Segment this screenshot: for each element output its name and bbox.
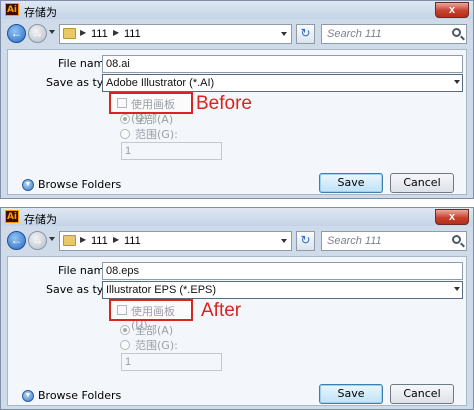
back-arrow-icon[interactable]: ←: [7, 24, 26, 43]
range-input[interactable]: 1: [121, 353, 222, 371]
save-as-dialog-before: Ai 存储为 x ← → ▶ 111 ▶ 111 ↻ Search 111 Fi…: [0, 0, 474, 199]
search-input[interactable]: Search 111: [321, 231, 467, 251]
search-input[interactable]: Search 111: [321, 24, 467, 44]
save-as-type-select[interactable]: Illustrator EPS (*.EPS): [102, 281, 463, 299]
forward-arrow-icon[interactable]: →: [28, 24, 47, 43]
back-arrow-icon[interactable]: ←: [7, 231, 26, 250]
folder-icon: [63, 235, 76, 246]
address-bar[interactable]: ▶ 111 ▶ 111: [59, 231, 292, 251]
address-bar[interactable]: ▶ 111 ▶ 111: [59, 24, 292, 44]
cancel-button[interactable]: Cancel: [390, 384, 454, 404]
radio-all-label: 全部(A): [135, 324, 174, 337]
breadcrumb-separator-icon[interactable]: ▶: [80, 235, 86, 244]
close-button[interactable]: x: [435, 2, 469, 18]
window-title: 存储为: [24, 6, 57, 19]
browse-folders-icon[interactable]: ▼: [22, 390, 34, 402]
breadcrumb-separator-icon[interactable]: ▶: [80, 28, 86, 37]
browse-folders-icon[interactable]: ▼: [22, 179, 34, 191]
chevron-down-icon[interactable]: [281, 239, 287, 243]
navigation-bar: ← → ▶ 111 ▶ 111 ↻ Search 111: [1, 20, 473, 48]
radio-range[interactable]: [120, 340, 130, 350]
forward-arrow-icon[interactable]: →: [28, 231, 47, 250]
separator: [0, 201, 474, 206]
navigation-bar: ← → ▶ 111 ▶ 111 ↻ Search 111: [1, 227, 473, 255]
radio-range-label: 范围(G):: [135, 339, 178, 352]
options-panel: File name: 08.ai Save as type: Adobe Ill…: [7, 49, 467, 195]
breadcrumb-separator-icon[interactable]: ▶: [113, 235, 119, 244]
breadcrumb-item[interactable]: 111: [91, 235, 108, 247]
refresh-icon[interactable]: ↻: [296, 24, 315, 44]
folder-icon: [63, 28, 76, 39]
history-dropdown-icon[interactable]: [49, 237, 55, 241]
file-name-field[interactable]: 08.ai: [102, 55, 463, 73]
search-icon: [452, 28, 461, 37]
highlight-box: 使用画板(U): [109, 299, 193, 332]
cancel-button[interactable]: Cancel: [390, 173, 454, 193]
radio-all[interactable]: [120, 325, 130, 335]
search-placeholder: Search 111: [327, 28, 382, 40]
chevron-down-icon[interactable]: [281, 32, 287, 36]
refresh-icon[interactable]: ↻: [296, 231, 315, 251]
browse-folders-label[interactable]: Browse Folders: [38, 389, 121, 402]
search-icon: [452, 235, 461, 244]
title-bar[interactable]: Ai 存储为 x: [1, 1, 473, 19]
radio-range-label: 范围(G):: [135, 128, 178, 141]
radio-all-label: 全部(A): [135, 113, 174, 126]
chevron-down-icon[interactable]: [454, 80, 460, 84]
history-dropdown-icon[interactable]: [49, 30, 55, 34]
save-button[interactable]: Save: [319, 173, 383, 193]
breadcrumb-item[interactable]: 111: [91, 28, 108, 40]
artboard-checkbox[interactable]: [117, 98, 127, 108]
search-placeholder: Search 111: [327, 235, 382, 247]
save-as-type-value: Illustrator EPS (*.EPS): [106, 284, 217, 296]
breadcrumb-item[interactable]: 111: [124, 235, 141, 247]
radio-range[interactable]: [120, 129, 130, 139]
save-button[interactable]: Save: [319, 384, 383, 404]
save-as-type-select[interactable]: Adobe Illustrator (*.AI): [102, 74, 463, 92]
file-name-field[interactable]: 08.eps: [102, 262, 463, 280]
radio-all[interactable]: [120, 114, 130, 124]
breadcrumb-separator-icon[interactable]: ▶: [113, 28, 119, 37]
window-title: 存储为: [24, 213, 57, 226]
artboard-checkbox[interactable]: [117, 305, 127, 315]
annotation-label: Before: [196, 93, 252, 114]
range-input[interactable]: 1: [121, 142, 222, 160]
browse-folders-label[interactable]: Browse Folders: [38, 178, 121, 191]
save-as-type-value: Adobe Illustrator (*.AI): [106, 77, 215, 89]
options-panel: File name: 08.eps Save as type: Illustra…: [7, 256, 467, 406]
annotation-label: After: [201, 300, 242, 321]
ai-app-icon: Ai: [5, 210, 19, 223]
breadcrumb-item[interactable]: 111: [124, 28, 141, 40]
ai-app-icon: Ai: [5, 3, 19, 16]
chevron-down-icon[interactable]: [454, 287, 460, 291]
title-bar[interactable]: Ai 存储为 x: [1, 208, 473, 226]
close-button[interactable]: x: [435, 209, 469, 225]
save-as-dialog-after: Ai 存储为 x ← → ▶ 111 ▶ 111 ↻ Search 111 Fi…: [0, 207, 474, 410]
